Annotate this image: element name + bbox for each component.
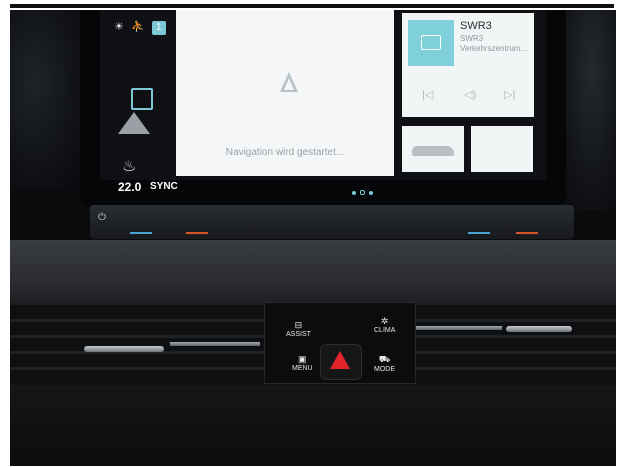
vent-chrome-right bbox=[506, 326, 572, 332]
car-mode-icon: ⛟ bbox=[378, 354, 391, 364]
radio-icon bbox=[421, 35, 441, 50]
navigation-arrow-icon bbox=[280, 72, 298, 92]
next-track-icon[interactable]: ▷| bbox=[504, 88, 515, 101]
mode-button[interactable]: ⛟ MODE bbox=[374, 354, 395, 373]
home-button[interactable] bbox=[131, 88, 153, 110]
station-title: SWR3 bbox=[460, 20, 492, 32]
volume-icon[interactable]: ◁) bbox=[464, 88, 476, 101]
person-icon: ⛹ bbox=[130, 21, 145, 33]
status-badge: 1 bbox=[151, 21, 166, 35]
window-glare-left bbox=[10, 10, 90, 190]
page-dot bbox=[369, 191, 373, 195]
car-icon bbox=[412, 146, 454, 156]
temperature-value[interactable]: 22.0 bbox=[118, 180, 141, 194]
navigation-status-text: Navigation wird gestartet... bbox=[225, 147, 345, 158]
clima-label: CLIMA bbox=[374, 327, 396, 334]
menu-button[interactable]: ▣ MENU bbox=[292, 354, 313, 372]
vent-chrome-strip-right bbox=[416, 326, 502, 330]
seat-heating-icon[interactable]: ♨ bbox=[122, 156, 136, 176]
menu-icon: ▣ bbox=[298, 354, 307, 364]
station-detail: Verkehrszentrum... bbox=[460, 44, 528, 53]
page-dot-active bbox=[360, 190, 365, 195]
sun-icon: ☀ bbox=[114, 21, 124, 33]
touch-slider-strip[interactable] bbox=[90, 205, 574, 239]
previous-track-icon[interactable]: |◁ bbox=[422, 88, 433, 101]
red-indicator bbox=[186, 232, 208, 234]
mode-label: MODE bbox=[374, 366, 395, 373]
vent-chrome-left bbox=[84, 346, 164, 352]
red-indicator bbox=[516, 232, 538, 234]
power-icon[interactable]: ⏻ bbox=[98, 212, 106, 223]
station-subtitle: SWR3 bbox=[460, 34, 484, 43]
lower-dashboard bbox=[10, 385, 616, 466]
empty-tile[interactable] bbox=[471, 126, 533, 172]
blue-indicator bbox=[468, 232, 490, 234]
assist-label: ASSIST bbox=[286, 331, 311, 338]
blue-indicator bbox=[130, 232, 152, 234]
hazard-icon bbox=[330, 351, 350, 369]
menu-label: MENU bbox=[292, 365, 313, 372]
assist-button[interactable]: ⊟ ASSIST bbox=[286, 320, 311, 338]
assist-icon: ⊟ bbox=[294, 320, 303, 330]
status-bar: ☀ ⛹ 1 bbox=[114, 20, 170, 35]
sync-button[interactable]: SYNC bbox=[150, 181, 178, 192]
page-indicator bbox=[352, 182, 377, 200]
triangle-icon bbox=[118, 112, 150, 134]
clima-button[interactable]: ✲ CLIMA bbox=[374, 316, 395, 334]
dashboard-trim bbox=[10, 240, 616, 310]
vent-chrome-strip-left bbox=[170, 342, 260, 346]
page-dot bbox=[352, 191, 356, 195]
fan-icon: ✲ bbox=[380, 316, 389, 326]
